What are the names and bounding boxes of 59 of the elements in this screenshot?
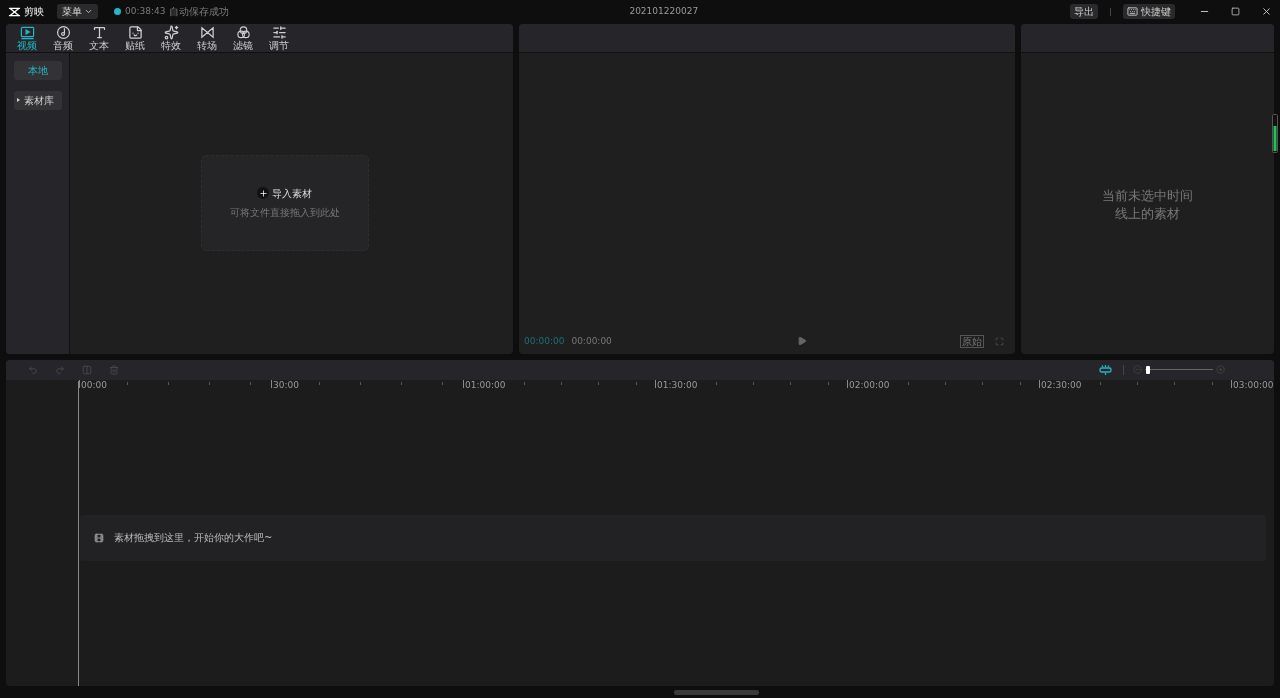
track-hint: 素材拖拽到这里，开始你的大作吧~	[114, 531, 273, 546]
split-icon[interactable]	[82, 365, 92, 375]
media-tab[interactable]: 转场	[190, 24, 224, 52]
media-tab[interactable]: 调节	[262, 24, 296, 52]
media-tab[interactable]: 文本	[82, 24, 116, 52]
total-time: 00:00:00	[571, 334, 612, 348]
redo-icon[interactable]	[55, 365, 65, 375]
ruler-label: 02:30:00	[1041, 380, 1082, 390]
save-time: 00:38:43	[125, 5, 166, 19]
close-icon[interactable]	[1261, 6, 1272, 18]
import-dropzone[interactable]: 导入素材 可将文件直接拖入到此处	[200, 154, 369, 251]
import-hint: 可将文件直接拖入到此处	[229, 205, 340, 220]
film-icon	[94, 533, 104, 543]
media-tab[interactable]: 贴纸	[118, 24, 152, 52]
slider-thumb[interactable]	[1146, 366, 1151, 374]
project-title: 202101220027	[629, 5, 699, 19]
sidebar-item[interactable]: 素材库	[13, 90, 62, 110]
fullscreen-icon[interactable]	[995, 337, 1004, 346]
ruler-label: 30:00	[273, 380, 299, 390]
video-icon	[19, 24, 35, 40]
scrollbar[interactable]	[674, 690, 759, 696]
play-icon[interactable]	[796, 336, 807, 347]
sidebar-item[interactable]: 本地	[13, 60, 62, 80]
undo-icon[interactable]	[28, 365, 38, 375]
delete-icon[interactable]	[109, 365, 119, 375]
save-status: 自动保存成功	[169, 5, 230, 20]
menu-button[interactable]: 菜单	[57, 4, 98, 20]
media-tab[interactable]: 特效	[154, 24, 188, 52]
sparkle-icon	[163, 24, 179, 40]
circles-icon	[235, 24, 251, 40]
media-tab[interactable]: 音频	[46, 24, 80, 52]
import-label: 导入素材	[272, 186, 312, 201]
zoom-in-icon[interactable]	[1216, 365, 1225, 375]
empty-message: 当前未选中时间线上的素材	[1101, 186, 1194, 223]
ruler-label: 03:00:00	[1233, 380, 1274, 390]
media-tab[interactable]: 视频	[10, 24, 44, 52]
bowtie-icon	[199, 24, 215, 40]
export-button[interactable]: 导出	[1070, 4, 1098, 20]
text-icon	[91, 24, 107, 40]
current-time: 00:00:00	[524, 334, 565, 348]
zoom-slider[interactable]	[1145, 366, 1213, 374]
expand-arrow-icon	[16, 98, 20, 103]
track-dropzone[interactable]: 素材拖拽到这里，开始你的大作吧~	[80, 515, 1266, 561]
maximize-icon[interactable]	[1231, 7, 1240, 17]
ruler-label: 00:00	[81, 380, 107, 390]
ruler-label: 01:00:00	[465, 380, 506, 390]
app-name: 剪映	[24, 5, 44, 20]
ratio-button[interactable]: 原始	[960, 335, 984, 348]
ruler-label: 02:00:00	[849, 380, 890, 390]
sticker-icon	[127, 24, 143, 40]
shortcuts-button[interactable]: 快捷键	[1123, 4, 1175, 20]
sliders-icon	[271, 24, 287, 40]
plus-icon	[257, 187, 269, 200]
ruler-label: 01:30:00	[657, 380, 698, 390]
music-icon	[55, 24, 71, 40]
logo-icon	[8, 6, 21, 17]
link-icon[interactable]	[1099, 365, 1112, 375]
media-tab[interactable]: 滤镜	[226, 24, 260, 52]
keyboard-icon	[1127, 6, 1138, 18]
